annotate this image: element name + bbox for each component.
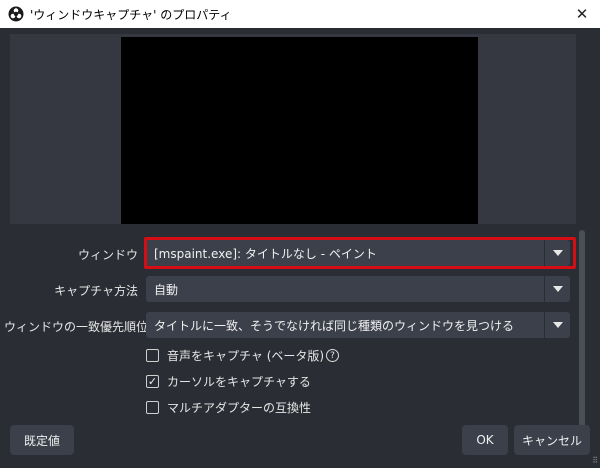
defaults-button[interactable]: 既定値 [10, 425, 74, 455]
title-bar: 'ウィンドウキャプチャ' のプロパティ ✕ [0, 0, 600, 28]
capture-cursor-option[interactable]: ✓ カーソルをキャプチャする [146, 373, 311, 390]
scrollbar[interactable] [579, 230, 585, 442]
multi-adapter-checkbox[interactable] [146, 401, 159, 414]
match-priority-select[interactable]: タイトルに一致、そうでなければ同じ種類のウィンドウを見つける [146, 312, 570, 338]
help-icon[interactable]: ? [326, 349, 340, 362]
dropdown-arrow-icon[interactable] [544, 276, 570, 302]
capture-method-select[interactable]: 自動 [146, 276, 570, 302]
capture-audio-checkbox[interactable] [146, 349, 159, 362]
dialog-body: ウィンドウ [mspaint.exe]: タイトルなし - ペイント キャプチャ… [0, 28, 600, 468]
window-title: 'ウィンドウキャプチャ' のプロパティ [30, 8, 232, 22]
match-priority-label: ウィンドウの一致優先順位 [4, 320, 149, 334]
capture-method-label: キャプチャ方法 [54, 284, 138, 298]
multi-adapter-option[interactable]: マルチアダプターの互換性 [146, 399, 311, 416]
checkmark-icon[interactable]: ✓ [146, 375, 159, 388]
multi-adapter-label: マルチアダプターの互換性 [167, 401, 312, 415]
capture-preview [121, 37, 478, 224]
obs-icon [8, 6, 24, 22]
capture-audio-option[interactable]: 音声をキャプチャ (ベータ版) ? [146, 347, 340, 364]
dropdown-arrow-icon[interactable] [544, 312, 570, 338]
match-priority-value: タイトルに一致、そうでなければ同じ種類のウィンドウを見つける [154, 318, 515, 333]
capture-audio-label: 音声をキャプチャ (ベータ版) [167, 349, 325, 363]
capture-method-value: 自動 [154, 282, 179, 297]
ok-button[interactable]: OK [462, 425, 508, 455]
capture-cursor-label: カーソルをキャプチャする [167, 375, 311, 389]
highlight-box [144, 237, 576, 269]
window-label: ウィンドウ [77, 248, 138, 262]
resize-grip-icon[interactable]: ⠿ [588, 456, 598, 466]
close-icon[interactable]: ✕ [564, 0, 600, 28]
cancel-button[interactable]: キャンセル [514, 425, 590, 455]
